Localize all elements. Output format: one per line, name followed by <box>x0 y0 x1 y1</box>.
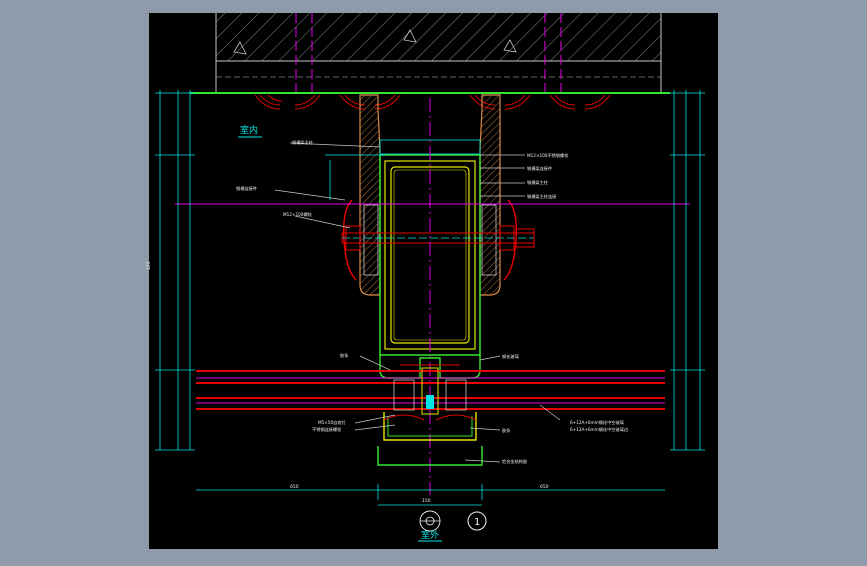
dimension-mullion: 150 <box>422 498 431 504</box>
leader-right-2: 钢横梁连接件 <box>527 165 552 172</box>
leader-right-9: 6+12A+6mm钢化中空玻璃边 <box>570 426 629 433</box>
dimension-depth: 125 <box>146 261 152 270</box>
leader-right-7: 铝合金结构胶 <box>502 458 527 465</box>
leader-left-6: 不锈钢连接螺栓 <box>312 426 342 433</box>
leader-right-4: 钢横梁主柱连接 <box>527 193 557 200</box>
outdoor-label: 室外 <box>421 529 439 541</box>
leader-right-6: 钢化玻璃 <box>502 353 519 360</box>
leader-right-1: M12×100不锈钢螺栓 <box>527 152 569 159</box>
leader-left-5: M5×50自攻钉 <box>318 419 346 426</box>
leader-right-5: 胶条 <box>502 427 511 434</box>
leader-left-1: 钢横梁主柱 <box>292 139 314 146</box>
leader-right-3: 钢横梁主柱 <box>527 179 549 186</box>
dimension-left: 650 <box>290 484 299 490</box>
leader-left-2: 钢横连接件 <box>236 185 257 192</box>
leader-left-4: 胶条 <box>340 352 349 359</box>
indoor-label: 室内 <box>240 124 258 136</box>
dimension-right: 650 <box>540 484 549 490</box>
detail-number: 1 <box>474 517 480 528</box>
leader-left-3: M12×100螺栓 <box>283 211 313 218</box>
cad-viewport: 钢横梁主柱 钢横连接件 M12×100螺栓 胶条 M5×50自攻钉 不锈钢连接螺… <box>0 0 867 562</box>
leader-right-8: 6+12A+6mm钢化中空玻璃 <box>570 419 624 426</box>
